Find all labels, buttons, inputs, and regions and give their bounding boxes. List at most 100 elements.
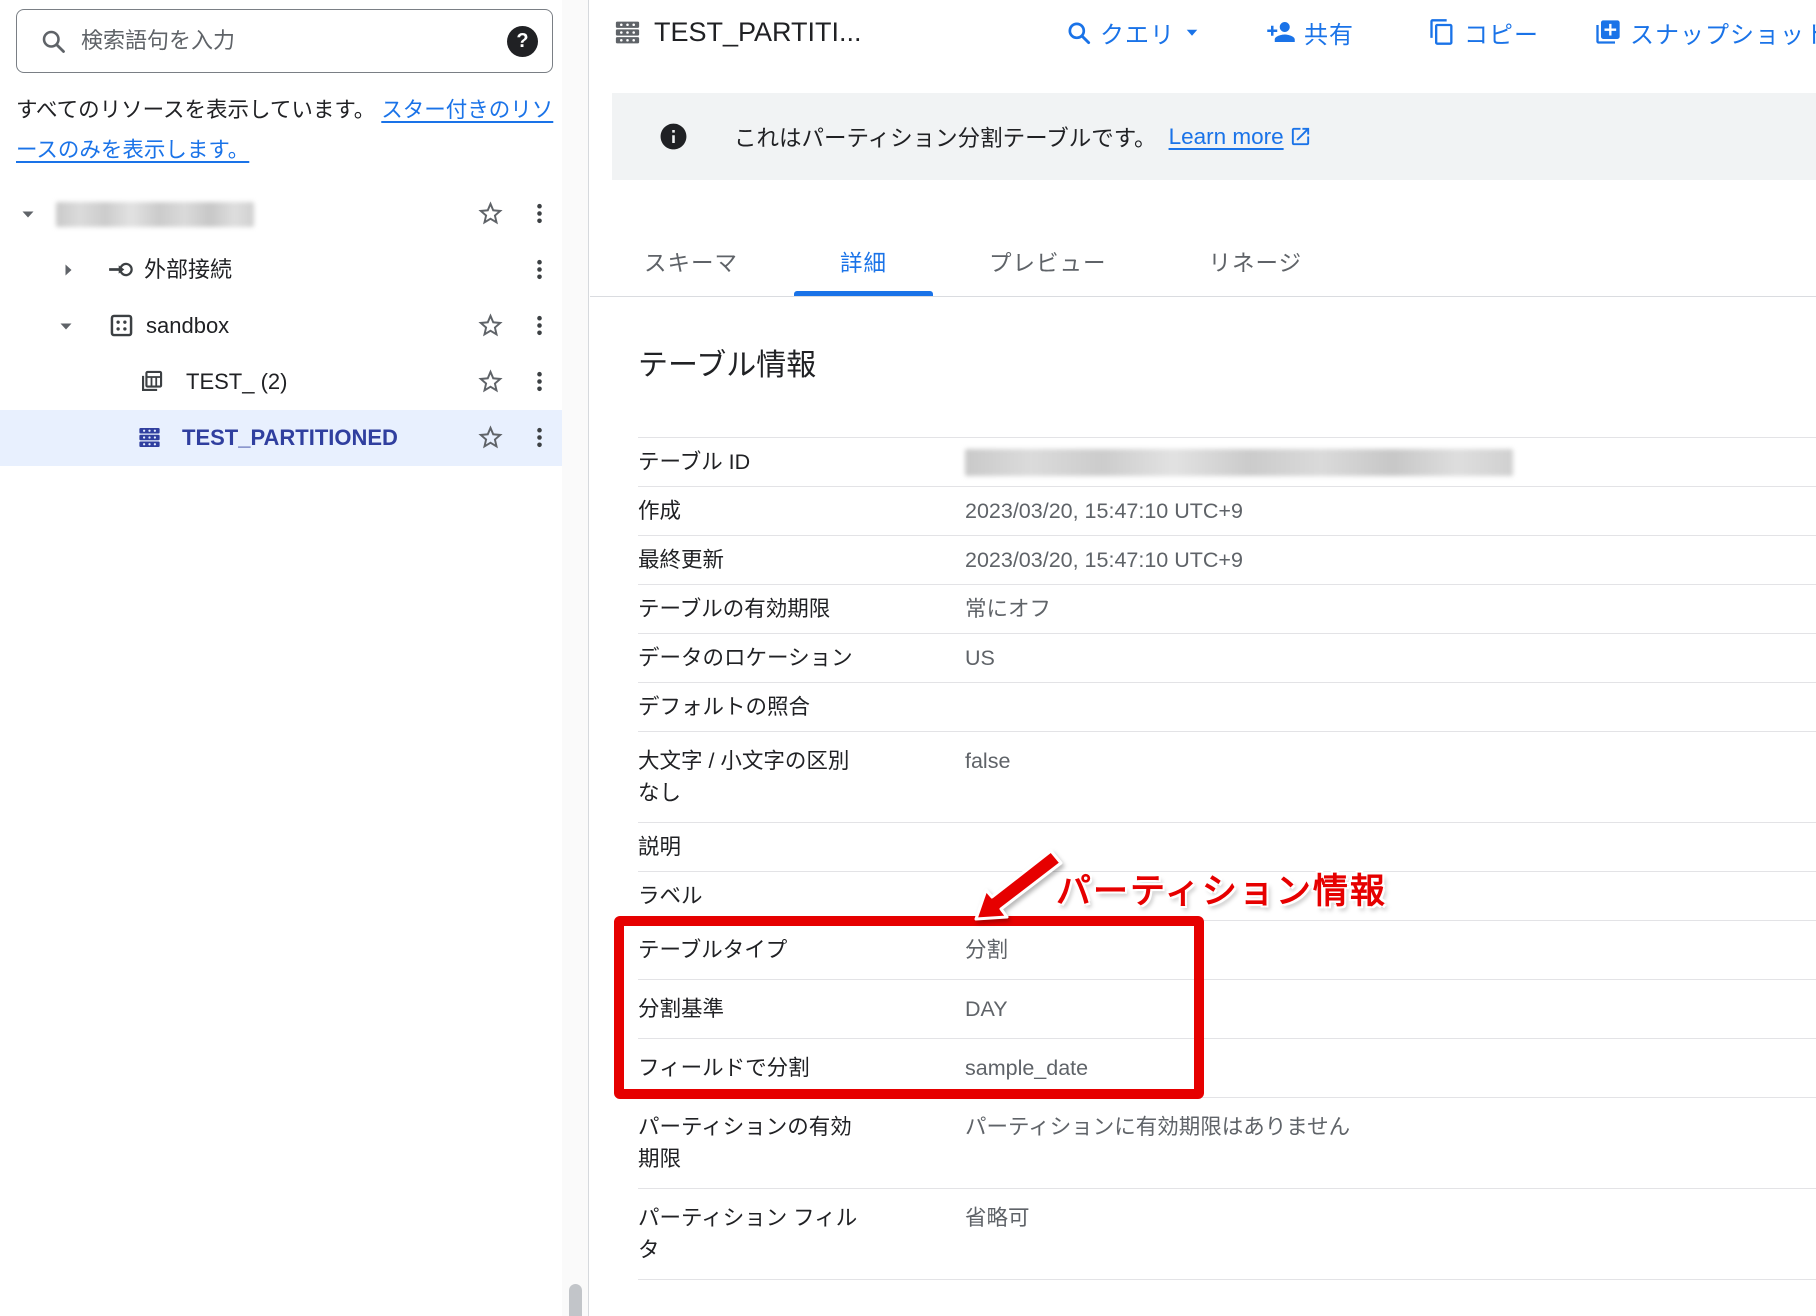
info-row-partition-expiry: パーティションの有効 期限 パーティションに有効期限はありません [638, 1098, 1816, 1189]
dataset-icon [108, 312, 135, 339]
table-details-panel: TEST_PARTITI... クエリ 共有 [590, 0, 1816, 1316]
filter-status-text: すべてのリソースを表示しています。 [16, 98, 375, 122]
section-heading: テーブル情報 [638, 345, 1816, 387]
row-value: パーティションに有効期限はありません [965, 1111, 1350, 1175]
tab-active-indicator [794, 291, 933, 296]
caret-right-icon[interactable] [56, 258, 80, 282]
snapshot-icon [1594, 18, 1622, 46]
table-header: TEST_PARTITI... クエリ 共有 [590, 0, 1816, 66]
tree-item-label: 外部接続 [144, 242, 232, 298]
table-info-list: テーブル ID 作成 2023/03/20, 15:47:10 UTC+9 最終… [638, 437, 1816, 1280]
search-input[interactable] [81, 28, 507, 54]
star-icon[interactable] [476, 199, 505, 228]
row-label: 説明 [638, 831, 965, 863]
chevron-down-icon [1183, 23, 1201, 41]
help-icon[interactable]: ? [507, 26, 538, 57]
row-label: データのロケーション [638, 642, 965, 674]
info-icon [658, 121, 689, 152]
row-value: 常にオフ [965, 593, 1051, 625]
tree-row-project[interactable] [0, 186, 562, 242]
info-row-data-location: データのロケーション US [638, 634, 1816, 683]
query-button[interactable]: クエリ [1065, 0, 1201, 64]
kebab-menu-icon[interactable] [527, 257, 552, 282]
row-label: 大文字 / 小文字の区別 なし [638, 745, 965, 809]
row-label: ラベル [638, 880, 965, 912]
resource-filter-note: すべてのリソースを表示しています。 スター付きのリソースのみを表示します。 [16, 90, 556, 170]
tree-row-tables-group[interactable]: TEST_ (2) [0, 354, 562, 410]
bigquery-console: ? すべてのリソースを表示しています。 スター付きのリソースのみを表示します。 [0, 0, 1816, 1316]
partitioned-table-banner: これはパーティション分割テーブルです。 Learn more [612, 93, 1816, 180]
info-row-description: 説明 [638, 823, 1816, 872]
info-row-table-type: テーブルタイプ 分割 [638, 921, 1816, 980]
row-label: パーティションの有効 期限 [638, 1111, 965, 1175]
row-label: デフォルトの照合 [638, 691, 965, 723]
person-add-icon [1266, 17, 1296, 47]
row-label: 分割基準 [638, 993, 965, 1025]
star-icon[interactable] [476, 423, 505, 452]
kebab-menu-icon[interactable] [527, 425, 552, 450]
query-button-label: クエリ [1100, 15, 1175, 50]
row-label: テーブルタイプ [638, 934, 965, 966]
kebab-menu-icon[interactable] [527, 369, 552, 394]
detail-tabs: スキーマ 詳細 プレビュー リネージ [590, 234, 1816, 297]
row-label: テーブルの有効期限 [638, 593, 965, 625]
row-label: 最終更新 [638, 544, 965, 576]
tree-row-external-connection[interactable]: 外部接続 [0, 242, 562, 298]
star-icon[interactable] [476, 367, 505, 396]
copy-button-label: コピー [1464, 15, 1539, 50]
caret-down-icon[interactable] [16, 202, 40, 226]
info-row-table-expiry: テーブルの有効期限 常にオフ [638, 585, 1816, 634]
kebab-menu-icon[interactable] [527, 201, 552, 226]
redacted-project-name [56, 202, 254, 227]
redacted-table-id [965, 449, 1513, 476]
info-row-created: 作成 2023/03/20, 15:47:10 UTC+9 [638, 487, 1816, 536]
tree-item-label: TEST_ (2) [186, 354, 287, 410]
partition-info-group: パーティション情報 テーブルタイプ 分割 分割基準 DAY フィールドで [638, 921, 1816, 1098]
resource-tree: 外部接続 sandbox [0, 186, 562, 466]
kebab-menu-icon[interactable] [527, 313, 552, 338]
row-label: 作成 [638, 495, 965, 527]
tree-row-dataset-sandbox[interactable]: sandbox [0, 298, 562, 354]
panel-scrollbar-gutter [562, 0, 589, 1316]
learn-more-label: Learn more [1169, 124, 1284, 150]
row-label: テーブル ID [638, 446, 965, 478]
tab-lineage[interactable]: リネージ [1163, 234, 1349, 296]
share-button[interactable]: 共有 [1266, 0, 1354, 64]
star-icon[interactable] [476, 311, 505, 340]
tree-item-label-selected: TEST_PARTITIONED [182, 410, 398, 466]
row-label: フィールドで分割 [638, 1052, 965, 1084]
tab-details-label: 詳細 [840, 251, 887, 276]
caret-down-icon[interactable] [54, 314, 78, 338]
table-title: TEST_PARTITI... [654, 0, 862, 64]
open-in-new-icon [1289, 125, 1312, 148]
copy-icon [1428, 18, 1456, 46]
info-row-case-insensitive: 大文字 / 小文字の区別 なし false [638, 732, 1816, 823]
tab-preview[interactable]: プレビュー [943, 234, 1153, 296]
tree-row-test-partitioned[interactable]: TEST_PARTITIONED [0, 410, 562, 466]
tab-schema[interactable]: スキーマ [598, 234, 784, 296]
partitioned-table-icon [612, 17, 643, 48]
scrollbar-thumb[interactable] [569, 1284, 582, 1316]
external-connection-icon [108, 256, 135, 283]
row-label: パーティション フィル タ [638, 1202, 965, 1266]
search-icon [39, 27, 67, 55]
info-row-labels: ラベル [638, 872, 1816, 921]
info-row-default-collation: デフォルトの照合 [638, 683, 1816, 732]
row-value: US [965, 642, 995, 674]
tab-details[interactable]: 詳細 [794, 234, 933, 296]
info-row-partition-filter: パーティション フィル タ 省略可 [638, 1189, 1816, 1280]
learn-more-link[interactable]: Learn more [1169, 124, 1312, 150]
resource-search-box: ? [16, 9, 553, 73]
explorer-sidebar: ? すべてのリソースを表示しています。 スター付きのリソースのみを表示します。 [0, 0, 562, 1316]
row-value: sample_date [965, 1052, 1088, 1084]
info-row-last-modified: 最終更新 2023/03/20, 15:47:10 UTC+9 [638, 536, 1816, 585]
row-value: 2023/03/20, 15:47:10 UTC+9 [965, 544, 1243, 576]
row-value: DAY [965, 993, 1008, 1025]
partitioned-table-icon [136, 424, 163, 451]
search-icon [1065, 19, 1092, 46]
tree-item-label: sandbox [146, 298, 229, 354]
copy-button[interactable]: コピー [1428, 0, 1539, 64]
row-value: 2023/03/20, 15:47:10 UTC+9 [965, 495, 1243, 527]
snapshot-button[interactable]: スナップショット [1594, 0, 1816, 64]
info-row-partitioned-by: 分割基準 DAY [638, 980, 1816, 1039]
